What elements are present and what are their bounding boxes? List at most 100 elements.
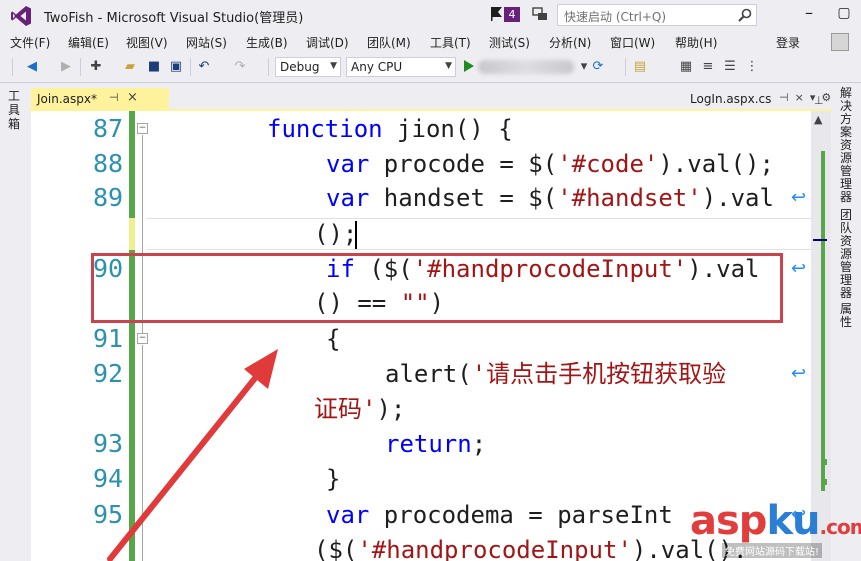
notification-flag-icon[interactable] (490, 6, 504, 22)
notification-count-badge[interactable]: 4 (504, 7, 520, 22)
navigate-back-icon[interactable]: ◀ (24, 59, 40, 75)
word-wrap-icon: ↩ (791, 363, 807, 384)
solution-configuration-select[interactable]: Debug ▼ (275, 57, 341, 77)
code-line-88: var procode = $('#code').val(); (326, 150, 774, 178)
vertical-scrollbar[interactable]: ▲ (811, 111, 831, 561)
toolbar-overflow-icon[interactable]: ⋮ (744, 59, 760, 75)
open-folder-icon[interactable]: ▰ (122, 59, 138, 75)
toolbox-label[interactable]: 工具箱 (8, 89, 22, 131)
code-line-92: alert('请点击手机按钮获取验 (385, 360, 727, 388)
scrollbar-change-marker (821, 459, 827, 465)
properties-tab[interactable]: 属性 (840, 303, 854, 329)
scrollbar-caret-marker (813, 239, 827, 241)
start-debugging-icon[interactable] (464, 60, 474, 72)
menu-tools[interactable]: 工具(T) (430, 34, 471, 51)
minimize-window-button[interactable]: – (800, 4, 818, 22)
menu-debug[interactable]: 调试(D) (306, 34, 349, 51)
word-wrap-icon: ↩ (791, 258, 807, 279)
solution-configuration-value: Debug (280, 60, 320, 74)
menu-bar: 文件(F) 编辑(E) 视图(V) 网站(S) 生成(B) 调试(D) 团队(M… (0, 31, 861, 52)
tab-well-actions: ⊣×▾⚙ (779, 91, 837, 104)
chevron-down-icon: ▼ (445, 61, 452, 71)
code-line-91: { (326, 325, 341, 353)
collapse-region-icon[interactable]: − (137, 123, 148, 134)
debug-target-label[interactable] (478, 60, 574, 74)
comment-lines-icon[interactable]: ≡ (700, 59, 716, 75)
toolbar-separator (625, 58, 626, 76)
save-all-icon[interactable]: ▣ (168, 59, 184, 75)
maximize-window-button[interactable]: ▢ (835, 4, 853, 22)
close-icon[interactable]: × (127, 90, 138, 105)
pin-icon[interactable]: ⊣ (109, 91, 119, 104)
scrollbar-change-marker (821, 479, 827, 485)
pin-icon[interactable]: ⊣ (779, 91, 795, 104)
menu-edit[interactable]: 编辑(E) (68, 34, 109, 51)
solution-platform-value: Any CPU (351, 60, 403, 74)
tab-label: Join.aspx* (37, 92, 97, 106)
find-in-files-icon[interactable]: ▤ (632, 59, 648, 75)
code-line-89-wrap: (); (314, 220, 358, 248)
uncomment-lines-icon[interactable]: ☰ (722, 59, 738, 75)
annotation-arrow-icon (107, 349, 278, 561)
menu-analyze[interactable]: 分析(N) (549, 34, 591, 51)
user-avatar-icon[interactable] (831, 33, 849, 51)
team-explorer-tab[interactable]: 团队资源管理器 (840, 209, 854, 300)
line-number: 88 (93, 149, 124, 178)
unsaved-change-marker (129, 218, 135, 250)
code-line-89: var handset = $('#handset').val (326, 184, 774, 212)
quick-launch-input[interactable]: 快速启动 (Ctrl+Q) (557, 4, 757, 26)
menu-test[interactable]: 测试(S) (489, 34, 530, 51)
line-number: 89 (93, 183, 124, 212)
menu-website[interactable]: 网站(S) (186, 34, 227, 51)
sign-in-link[interactable]: 登录 (776, 34, 800, 51)
toolbar-separator (80, 58, 81, 76)
tool-window-strip: 解决方案资源管理器 团队资源管理器 属性 (832, 83, 861, 561)
split-window-icon[interactable]: ⊥ (814, 94, 824, 107)
solution-explorer-tab[interactable]: 解决方案资源管理器 (840, 87, 854, 204)
code-line-92-wrap: 证码'); (314, 395, 406, 423)
refresh-icon[interactable]: ⟳ (590, 59, 606, 75)
menu-file[interactable]: 文件(F) (10, 34, 50, 51)
undo-icon[interactable]: ↶ (196, 59, 212, 75)
code-line-94: } (326, 465, 341, 493)
chevron-down-icon: ▼ (330, 61, 337, 71)
code-line-93: return; (385, 430, 487, 458)
new-project-icon[interactable]: ✚ (88, 59, 104, 75)
collapse-region-icon[interactable]: − (137, 333, 148, 344)
line-number: 87 (93, 114, 124, 143)
menu-team[interactable]: 团队(M) (367, 34, 411, 51)
menu-window[interactable]: 窗口(W) (610, 34, 655, 51)
toolbar-separator (268, 58, 269, 76)
format-document-icon[interactable]: ▦ (678, 59, 694, 75)
document-tab-well: Join.aspx* ⊣ × LogIn.aspx.cs ⊣×▾⚙ (29, 88, 832, 110)
menu-build[interactable]: 生成(B) (246, 34, 288, 51)
annotation-highlight-box (91, 253, 783, 323)
watermark-text: aspku.com (690, 498, 861, 544)
feedback-icon[interactable] (532, 6, 548, 22)
watermark-subtitle: 免费网站源码下载站! (722, 543, 823, 558)
menu-help[interactable]: 帮助(H) (675, 34, 717, 51)
toolbox-strip[interactable]: 工具箱 (0, 83, 29, 561)
settings-icon[interactable]: ⚙ (821, 91, 837, 104)
visual-studio-logo-icon (11, 6, 31, 26)
solution-platform-select[interactable]: Any CPU ▼ (346, 57, 456, 77)
code-line-95-wrap: ($('#handprocodeInput').val(). (314, 536, 748, 561)
quick-launch-placeholder: 快速启动 (Ctrl+Q) (564, 10, 667, 24)
text-caret (355, 221, 357, 249)
scroll-up-icon[interactable]: ▲ (814, 113, 822, 126)
close-icon[interactable]: × (795, 91, 810, 104)
menu-view[interactable]: 视图(V) (126, 34, 168, 51)
scrollbar-change-marker (821, 151, 825, 491)
search-icon[interactable] (738, 8, 752, 22)
current-line-highlight (147, 218, 811, 250)
site-watermark-logo: aspku.com 免费网站源码下载站! (690, 498, 861, 558)
tab-join-aspx[interactable]: Join.aspx* ⊣ × (31, 88, 169, 110)
tab-login-aspx-cs[interactable]: LogIn.aspx.cs (690, 92, 771, 106)
save-icon[interactable]: ■ (146, 59, 162, 75)
toolbar-grip (12, 58, 13, 76)
code-line-95: var procodema = parseInt (326, 501, 673, 529)
title-bar: TwoFish - Microsoft Visual Studio(管理员) 4… (0, 0, 861, 31)
navigate-forward-icon[interactable]: ▶ (58, 59, 74, 75)
standard-toolbar: ◀ ▶ ✚ ▰ ■ ▣ ↶ ↷ Debug ▼ Any CPU ▼ ▾ ⟳ ▤ … (0, 52, 861, 83)
redo-icon[interactable]: ↷ (232, 59, 248, 75)
